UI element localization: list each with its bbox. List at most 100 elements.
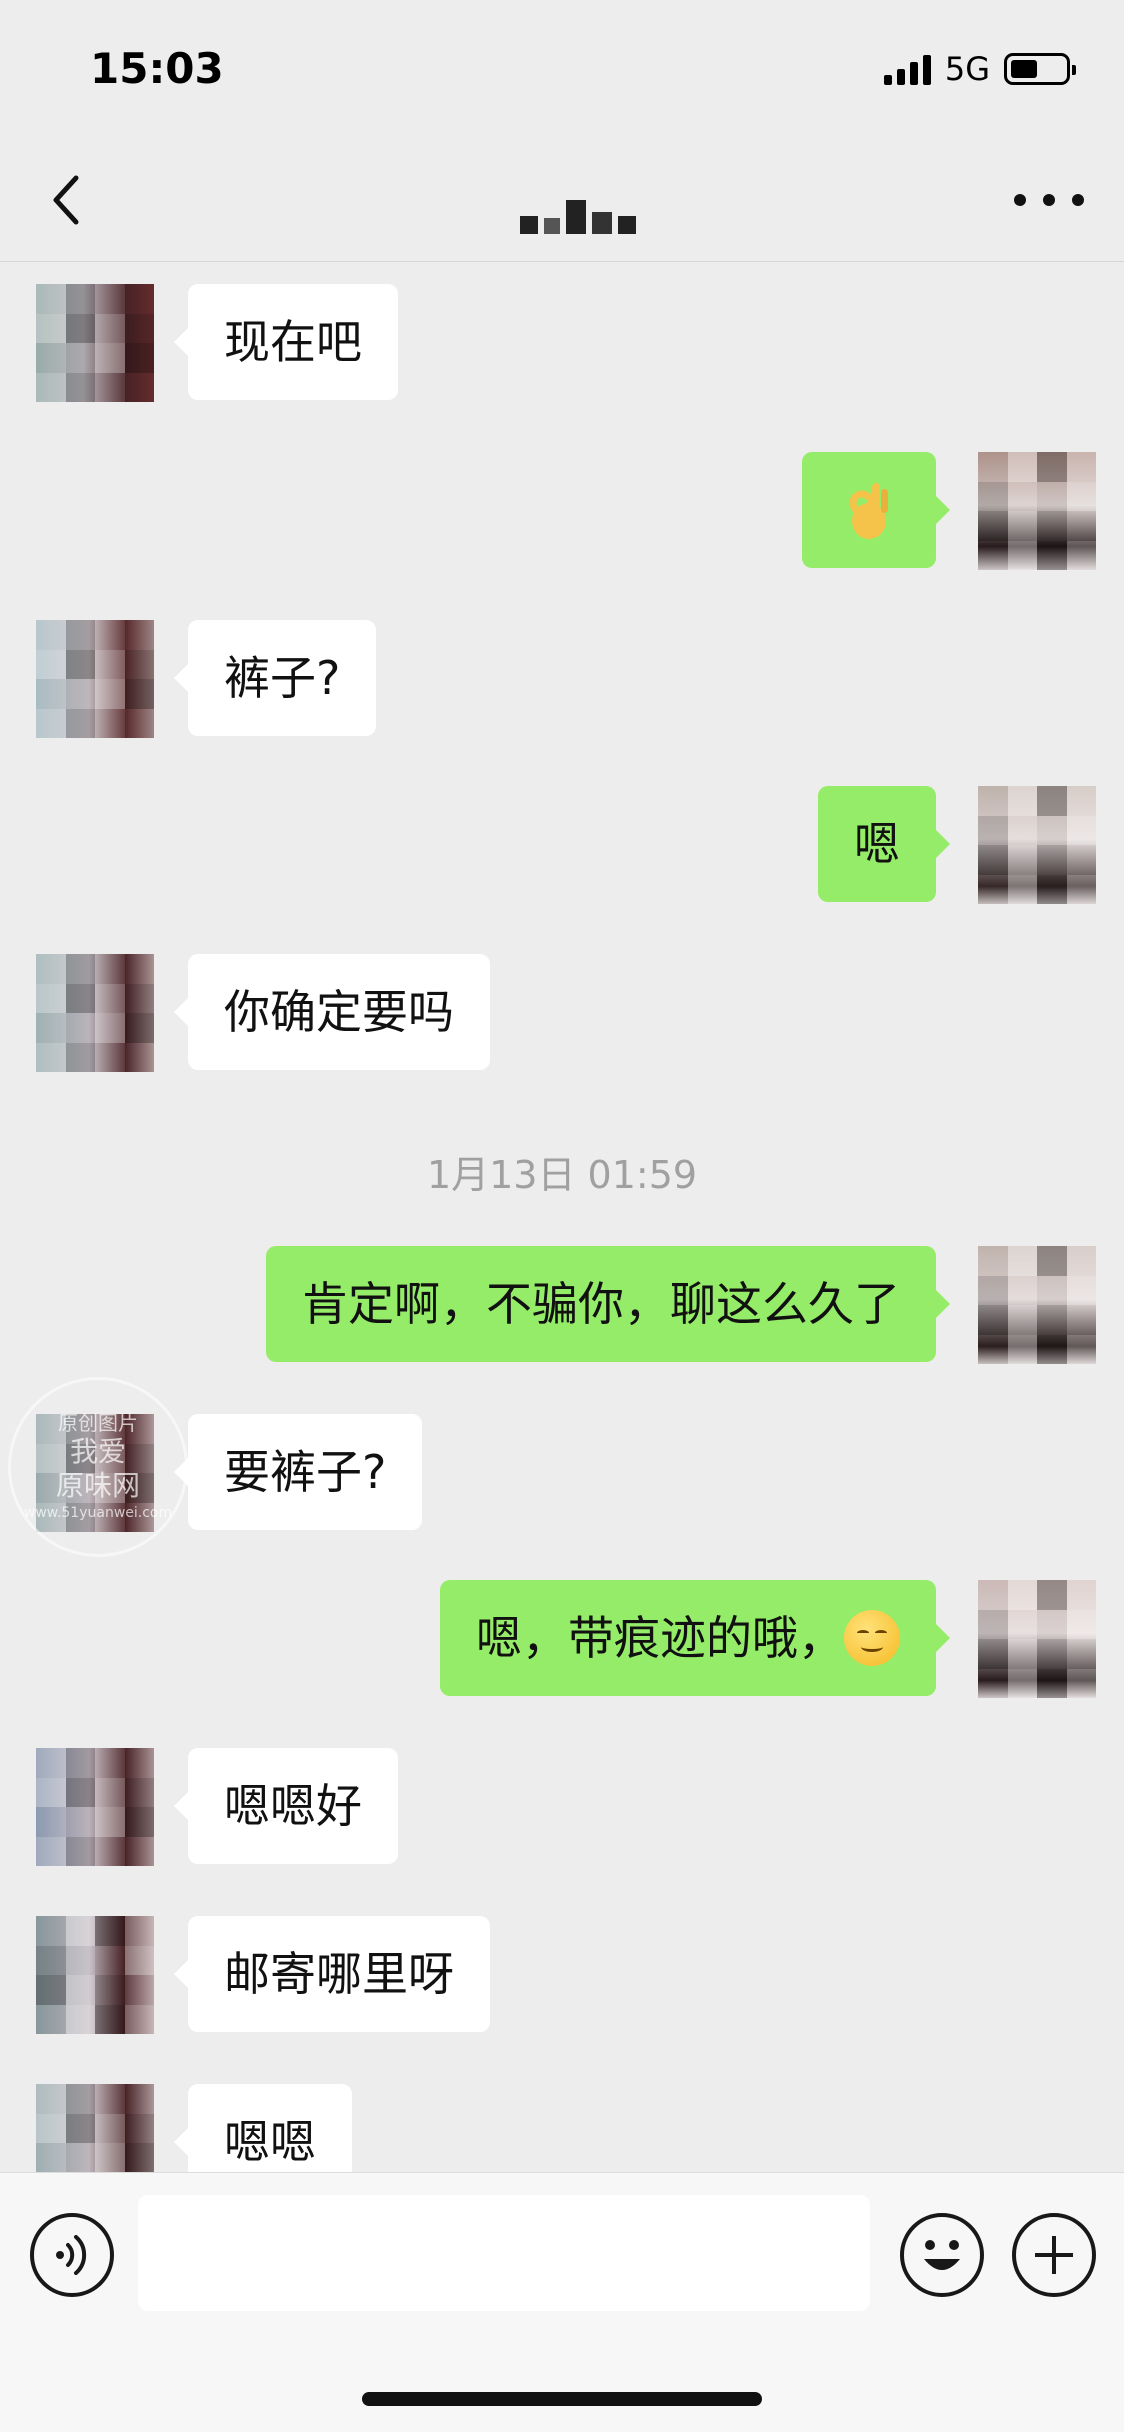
message-bubble[interactable]: 嗯 bbox=[818, 786, 950, 902]
avatar-mosaic-cell bbox=[95, 1502, 125, 1532]
avatar-mosaic-cell bbox=[36, 1414, 66, 1444]
status-time: 15:03 bbox=[90, 44, 224, 93]
avatar-mosaic-cell bbox=[65, 1042, 95, 1072]
contact-avatar[interactable] bbox=[36, 954, 154, 1072]
message-bubble[interactable]: 嗯，带痕迹的哦， bbox=[440, 1580, 950, 1696]
home-indicator[interactable] bbox=[362, 2392, 762, 2406]
avatar-mosaic-cell bbox=[95, 1748, 125, 1778]
avatar-mosaic-cell bbox=[36, 1443, 66, 1473]
avatar-mosaic-cell bbox=[36, 284, 66, 314]
message-bubble[interactable]: 邮寄哪里呀 bbox=[174, 1916, 490, 2032]
more-functions-button[interactable] bbox=[1012, 2213, 1096, 2297]
avatar-mosaic-cell bbox=[1066, 540, 1096, 570]
avatar-mosaic-cell bbox=[36, 1013, 66, 1043]
avatar-mosaic-cell bbox=[124, 1777, 154, 1807]
avatar-mosaic-cell bbox=[1066, 1305, 1096, 1335]
avatar-mosaic-cell bbox=[95, 954, 125, 984]
avatar-mosaic-cell bbox=[95, 2084, 125, 2114]
my-avatar[interactable] bbox=[978, 786, 1096, 904]
avatar-mosaic-cell bbox=[124, 372, 154, 402]
contact-avatar[interactable] bbox=[36, 1748, 154, 1866]
avatar-mosaic-cell bbox=[978, 511, 1008, 541]
avatar-mosaic-cell bbox=[65, 313, 95, 343]
more-options-button[interactable] bbox=[1014, 170, 1084, 230]
avatar-mosaic-cell bbox=[95, 708, 125, 738]
avatar-mosaic-cell bbox=[65, 284, 95, 314]
my-avatar[interactable] bbox=[978, 1580, 1096, 1698]
avatar-mosaic-cell bbox=[978, 481, 1008, 511]
avatar-mosaic-cell bbox=[978, 1668, 1008, 1698]
contact-avatar[interactable] bbox=[36, 620, 154, 738]
avatar-mosaic-cell bbox=[124, 1945, 154, 1975]
avatar-mosaic-cell bbox=[36, 1777, 66, 1807]
avatar-mosaic-cell bbox=[124, 954, 154, 984]
avatar-mosaic-cell bbox=[65, 343, 95, 373]
my-avatar[interactable] bbox=[978, 1246, 1096, 1364]
avatar-mosaic-cell bbox=[978, 1305, 1008, 1335]
avatar-mosaic-cell bbox=[124, 1836, 154, 1866]
avatar-mosaic-cell bbox=[65, 1748, 95, 1778]
message-bubble[interactable]: 裤子? bbox=[173, 620, 377, 736]
avatar-mosaic-cell bbox=[95, 1945, 125, 1975]
avatar-mosaic-cell bbox=[1037, 1246, 1067, 1276]
my-avatar[interactable] bbox=[978, 452, 1096, 570]
avatar-mosaic-cell bbox=[36, 679, 66, 709]
contact-avatar[interactable] bbox=[36, 284, 154, 402]
voice-icon bbox=[56, 2235, 87, 2275]
message-bubble[interactable]: 肯定啊，不骗你，聊这么久了 bbox=[266, 1246, 950, 1362]
avatar-mosaic-cell bbox=[124, 1807, 154, 1837]
avatar-mosaic-cell bbox=[1037, 1275, 1067, 1305]
avatar-mosaic-cell bbox=[95, 1777, 125, 1807]
contact-avatar[interactable] bbox=[36, 1414, 154, 1532]
contact-avatar[interactable] bbox=[36, 2084, 154, 2172]
emoji-button[interactable] bbox=[900, 2213, 984, 2297]
message-bubble[interactable]: 嗯嗯好 bbox=[174, 1748, 398, 1864]
avatar-mosaic-cell bbox=[36, 708, 66, 738]
avatar-mosaic-cell bbox=[124, 2004, 154, 2034]
avatar-mosaic-cell bbox=[36, 1502, 66, 1532]
avatar-mosaic-cell bbox=[65, 1945, 95, 1975]
voice-input-button[interactable] bbox=[30, 2213, 114, 2297]
avatar-mosaic-cell bbox=[65, 1975, 95, 2005]
avatar-mosaic-cell bbox=[1007, 1275, 1037, 1305]
message-bubble[interactable]: 现在吧 bbox=[174, 284, 398, 400]
more-dot bbox=[1043, 194, 1055, 206]
message-bubble[interactable]: 你确定要吗 bbox=[174, 954, 490, 1070]
avatar-mosaic-cell bbox=[1037, 1639, 1067, 1669]
avatar-mosaic-cell bbox=[1066, 815, 1096, 845]
contact-avatar[interactable] bbox=[36, 1916, 154, 2034]
avatar-mosaic-cell bbox=[1007, 1305, 1037, 1335]
message-bubble[interactable]: 要裤子? bbox=[173, 1414, 423, 1530]
avatar-mosaic-cell bbox=[65, 983, 95, 1013]
avatar-mosaic-cell bbox=[1037, 452, 1067, 482]
message-bubble[interactable] bbox=[802, 452, 950, 568]
avatar-mosaic-cell bbox=[124, 1748, 154, 1778]
avatar-mosaic-cell bbox=[978, 815, 1008, 845]
chevron-left-icon bbox=[53, 175, 79, 225]
avatar-mosaic-cell bbox=[1007, 1580, 1037, 1610]
network-type: 5G bbox=[944, 50, 990, 88]
avatar-mosaic-cell bbox=[65, 2143, 95, 2172]
avatar-mosaic-cell bbox=[36, 1807, 66, 1837]
message-input[interactable] bbox=[138, 2195, 870, 2311]
avatar-mosaic-cell bbox=[65, 679, 95, 709]
avatar-mosaic-cell bbox=[95, 1443, 125, 1473]
avatar-mosaic-cell bbox=[124, 708, 154, 738]
avatar-mosaic-cell bbox=[65, 1473, 95, 1503]
chat-message-list[interactable]: 现在吧 裤子? 嗯 你确定要吗 1月13日 01:59 肯定啊，不骗你，聊这么久… bbox=[0, 262, 1124, 2172]
avatar-mosaic-cell bbox=[1066, 1609, 1096, 1639]
avatar-mosaic-cell bbox=[36, 954, 66, 984]
avatar-mosaic-cell bbox=[978, 1639, 1008, 1669]
message-bubble[interactable]: 嗯嗯 bbox=[174, 2084, 352, 2172]
avatar-mosaic-cell bbox=[124, 1443, 154, 1473]
avatar-mosaic-cell bbox=[124, 2113, 154, 2143]
back-button[interactable] bbox=[40, 170, 100, 230]
status-indicators: 5G bbox=[883, 50, 1076, 88]
avatar-mosaic-cell bbox=[65, 1414, 95, 1444]
avatar-mosaic-cell bbox=[1007, 874, 1037, 904]
avatar-mosaic-cell bbox=[1037, 845, 1067, 875]
avatar-mosaic-cell bbox=[36, 372, 66, 402]
avatar-mosaic-cell bbox=[95, 1836, 125, 1866]
avatar-mosaic-cell bbox=[95, 2143, 125, 2172]
avatar-mosaic-cell bbox=[1007, 786, 1037, 816]
